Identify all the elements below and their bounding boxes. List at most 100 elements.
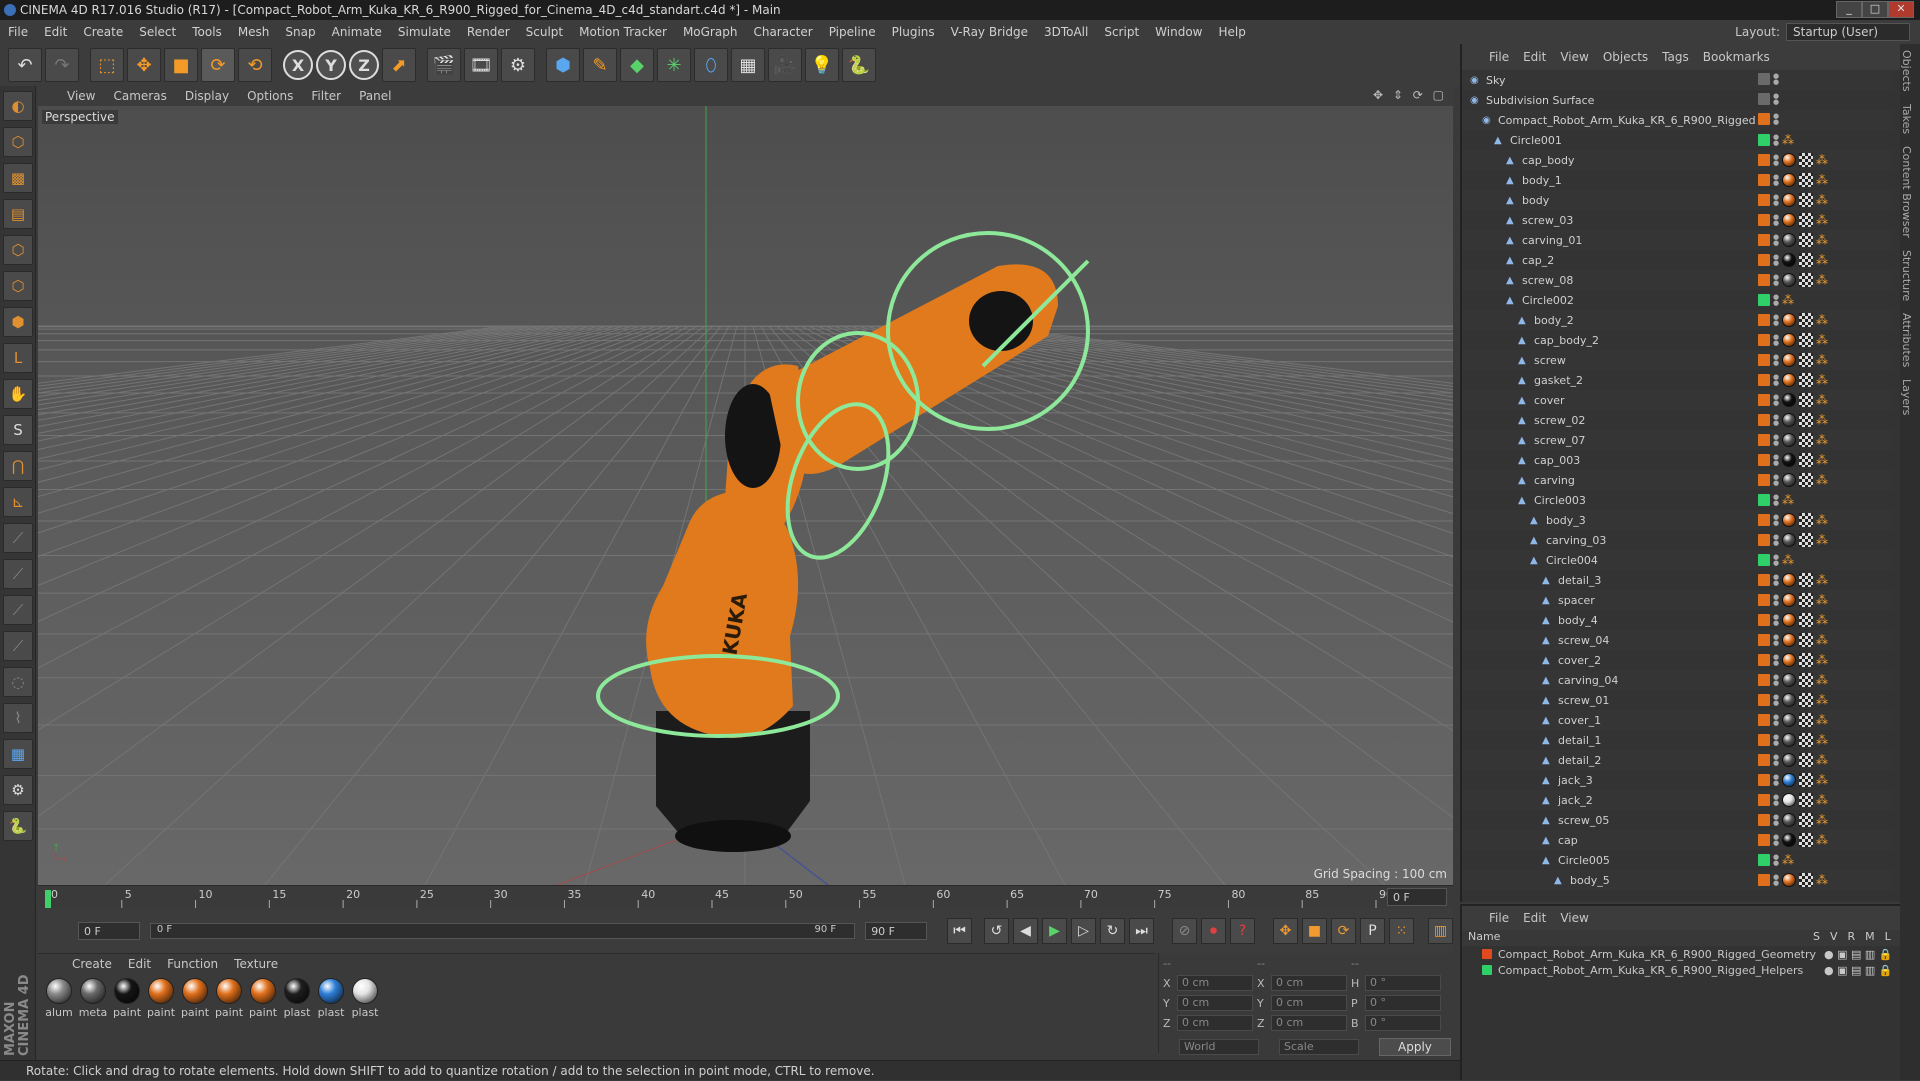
coord-size-mode-dropdown[interactable]: Scale <box>1279 1039 1359 1055</box>
object-row[interactable]: ▲ gasket_2 ● ● ⁂ <box>1462 370 1892 390</box>
visibility-dots-icon[interactable]: ● ● <box>1773 334 1779 347</box>
object-row[interactable]: ◉ Sky ● ● <box>1462 70 1892 90</box>
layout-dropdown[interactable]: Startup (User) <box>1786 23 1910 41</box>
visibility-dots-icon[interactable]: ● ● <box>1773 254 1779 267</box>
side-tab-objects[interactable]: Objects <box>1900 44 1913 98</box>
frame-range-slider[interactable]: 0 F 90 F <box>149 923 856 939</box>
render-picture-viewer-icon[interactable]: 🎞 <box>464 48 498 82</box>
material-tag-icon[interactable] <box>1782 713 1796 727</box>
axis-mode-icon[interactable]: L <box>3 343 33 373</box>
object-row[interactable]: ▲ cap_2 ● ● ⁂ <box>1462 250 1892 270</box>
layer-color-swatch[interactable] <box>1758 814 1770 826</box>
texture-tag-icon[interactable] <box>1799 613 1813 627</box>
layer-color-swatch[interactable] <box>1758 674 1770 686</box>
material-menu-function[interactable]: Function <box>159 957 226 971</box>
rig-tag-icon[interactable]: ⁂ <box>1816 453 1830 467</box>
material-tag-icon[interactable] <box>1782 253 1796 267</box>
layer-color-swatch[interactable] <box>1758 514 1770 526</box>
menu-pipeline[interactable]: Pipeline <box>821 25 884 39</box>
visibility-dots-icon[interactable]: ● ● <box>1773 834 1779 847</box>
visibility-dots-icon[interactable]: ● ● <box>1773 674 1779 687</box>
rig-tag-icon[interactable]: ⁂ <box>1816 793 1830 807</box>
lock-icon[interactable]: ⚙ <box>3 775 33 805</box>
menu-file[interactable]: File <box>0 25 36 39</box>
side-tab-layers[interactable]: Layers <box>1900 373 1913 421</box>
cube-primitive-icon[interactable]: ⬢ <box>546 48 580 82</box>
material-menu-edit[interactable]: Edit <box>120 957 159 971</box>
scale-tool-icon[interactable]: ■ <box>164 48 198 82</box>
play-icon[interactable]: ▶ <box>1042 918 1068 944</box>
material-tag-icon[interactable] <box>1782 453 1796 467</box>
object-row[interactable]: ▲ screw_01 ● ● ⁂ <box>1462 690 1892 710</box>
visibility-dots-icon[interactable]: ● ● <box>1773 113 1779 126</box>
move-tool-icon[interactable]: ✥ <box>127 48 161 82</box>
viewport-menu-filter[interactable]: Filter <box>302 89 350 103</box>
start-frame-field[interactable]: 0 F <box>78 922 140 940</box>
viewport-menu-cameras[interactable]: Cameras <box>104 89 175 103</box>
visibility-dots-icon[interactable]: ● ● <box>1773 154 1779 167</box>
visibility-dots-icon[interactable]: ● ● <box>1773 214 1779 227</box>
menu-simulate[interactable]: Simulate <box>390 25 459 39</box>
key-parameter-icon[interactable]: P <box>1360 918 1386 944</box>
layer-color-swatch[interactable] <box>1758 534 1770 546</box>
autokey-icon[interactable]: ⏺ <box>1201 918 1227 944</box>
object-row[interactable]: ▲ screw_02 ● ● ⁂ <box>1462 410 1892 430</box>
texture-mode-icon[interactable]: ▩ <box>3 163 33 193</box>
apply-button[interactable]: Apply <box>1379 1038 1451 1056</box>
visibility-dots-icon[interactable]: ● ● <box>1773 454 1779 467</box>
magnet-icon[interactable]: ⋂ <box>3 451 33 481</box>
visibility-dots-icon[interactable]: ● ● <box>1773 174 1779 187</box>
material-tag-icon[interactable] <box>1782 173 1796 187</box>
rig-tag-icon[interactable]: ⁂ <box>1816 813 1830 827</box>
python-icon[interactable]: 🐍 <box>842 48 876 82</box>
material-tag-icon[interactable] <box>1782 473 1796 487</box>
menu-select[interactable]: Select <box>131 25 184 39</box>
material-tag-icon[interactable] <box>1782 813 1796 827</box>
material-tag-icon[interactable] <box>1782 693 1796 707</box>
edges-mode-icon[interactable]: ⬡ <box>3 271 33 301</box>
light-icon[interactable]: 💡 <box>805 48 839 82</box>
object-row[interactable]: ▲ cap ● ● ⁂ <box>1462 830 1892 850</box>
rig-tag-icon[interactable]: ⁂ <box>1816 373 1830 387</box>
object-row[interactable]: ▲ cap_body_2 ● ● ⁂ <box>1462 330 1892 350</box>
grid-icon[interactable]: ▦ <box>3 739 33 769</box>
bone-tool-icon[interactable]: ⟋ <box>3 595 33 625</box>
material-tag-icon[interactable] <box>1782 613 1796 627</box>
side-tab-content-browser[interactable]: Content Browser <box>1900 140 1913 244</box>
layer-flag-icons[interactable]: ● ▣ ▤ ▥ 🔒 <box>1824 964 1892 977</box>
texture-tag-icon[interactable] <box>1799 513 1813 527</box>
layer-color-swatch[interactable] <box>1758 334 1770 346</box>
object-menu-bookmarks[interactable]: Bookmarks <box>1696 50 1777 64</box>
menu-render[interactable]: Render <box>459 25 518 39</box>
material-tag-icon[interactable] <box>1782 213 1796 227</box>
texture-tag-icon[interactable] <box>1799 453 1813 467</box>
layer-color-swatch[interactable] <box>1758 754 1770 766</box>
visibility-dots-icon[interactable]: ● ● <box>1773 234 1779 247</box>
material-tag-icon[interactable] <box>1782 273 1796 287</box>
rig-tag-icon[interactable]: ⁂ <box>1816 573 1830 587</box>
material-swatch[interactable]: plast <box>314 978 348 1019</box>
rig-tag-icon[interactable]: ⁂ <box>1816 693 1830 707</box>
layer-row[interactable]: Compact_Robot_Arm_Kuka_KR_6_R900_Rigged_… <box>1462 962 1900 978</box>
rig-tag-icon[interactable]: ⁂ <box>1782 133 1796 147</box>
texture-tag-icon[interactable] <box>1799 673 1813 687</box>
texture-tag-icon[interactable] <box>1799 573 1813 587</box>
coord-value-field[interactable]: 0 cm <box>1271 995 1347 1011</box>
render-view-icon[interactable]: 🎬 <box>427 48 461 82</box>
object-row[interactable]: ▲ Circle003 ● ● ⁂ <box>1462 490 1892 510</box>
rig-tag-icon[interactable]: ⁂ <box>1816 473 1830 487</box>
coord-value-field[interactable]: 0 cm <box>1177 995 1253 1011</box>
material-tag-icon[interactable] <box>1782 733 1796 747</box>
material-tag-icon[interactable] <box>1782 633 1796 647</box>
material-swatch[interactable]: paint <box>212 978 246 1019</box>
key-position-icon[interactable]: ✥ <box>1273 918 1299 944</box>
material-tag-icon[interactable] <box>1782 153 1796 167</box>
layer-color-swatch[interactable] <box>1758 714 1770 726</box>
object-row[interactable]: ▲ body_4 ● ● ⁂ <box>1462 610 1892 630</box>
object-row[interactable]: ▲ Circle001 ● ● ⁂ <box>1462 130 1892 150</box>
texture-tag-icon[interactable] <box>1799 153 1813 167</box>
coord-value-field[interactable]: 0 cm <box>1177 975 1253 991</box>
object-row[interactable]: ▲ jack_2 ● ● ⁂ <box>1462 790 1892 810</box>
visibility-dots-icon[interactable]: ● ● <box>1773 93 1779 106</box>
next-frame-icon[interactable]: ▷ <box>1071 918 1097 944</box>
